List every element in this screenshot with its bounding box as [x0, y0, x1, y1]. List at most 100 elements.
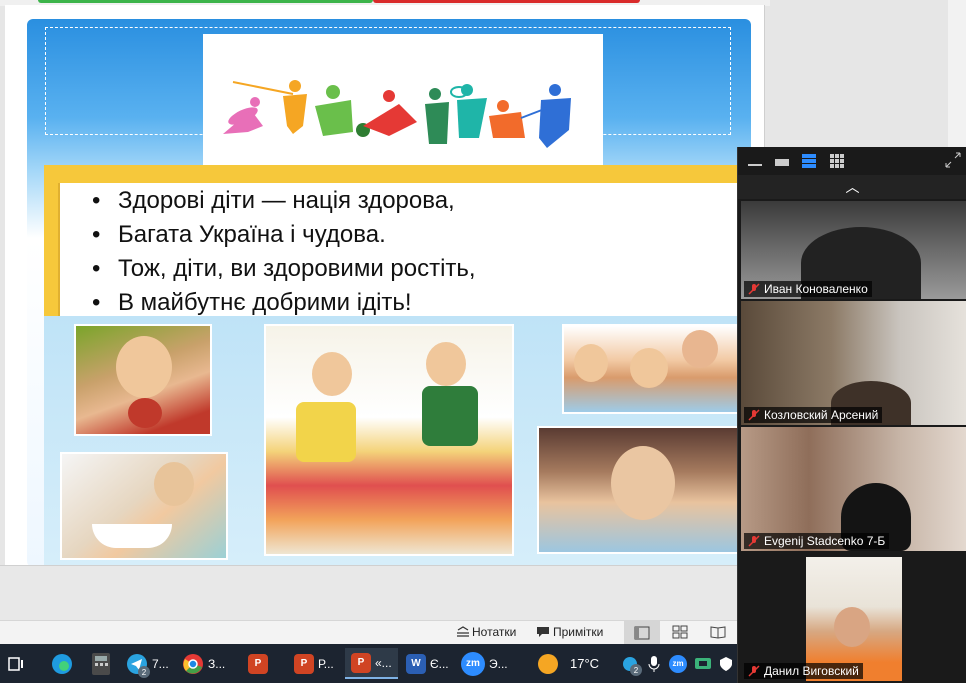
poem-text-4: В майбутнє добрими ідіть! — [118, 289, 412, 316]
tray-badge: 2 — [630, 664, 642, 676]
zoom-app-button[interactable]: zm Э... — [461, 648, 508, 679]
slide-canvas: • Здорові діти — нація здорова, • Багата У… — [5, 5, 765, 567]
normal-view-button[interactable] — [624, 621, 660, 645]
participant-name: Evgenij Stadcenko 7-Б — [764, 534, 886, 548]
powerpoint-label-2: Р... — [318, 656, 334, 671]
powerpoint-button-2[interactable]: P Р... — [294, 648, 334, 679]
scroll-up-button[interactable]: ︿ — [738, 175, 966, 199]
participant-name: Иван Коноваленко — [764, 282, 868, 296]
muted-mic-icon — [748, 283, 760, 295]
child-eating-tomato-photo — [74, 324, 212, 436]
boy-green-shirt — [422, 386, 478, 446]
zoom-app-label: Э... — [489, 656, 508, 671]
zoom-toolbar — [738, 147, 966, 175]
poem-textbox[interactable]: • Здорові діти — нація здорова, • Багата У… — [58, 183, 751, 320]
tray-security[interactable] — [718, 648, 734, 679]
chrome-label: З... — [208, 656, 226, 671]
muted-mic-icon — [748, 665, 760, 677]
calculator-icon — [92, 652, 110, 675]
chrome-button[interactable]: З... — [182, 648, 225, 679]
child-face-shape — [116, 336, 172, 398]
expand-icon[interactable] — [945, 152, 961, 168]
comments-icon — [537, 627, 549, 637]
powerpoint-icon: P — [351, 652, 371, 673]
poem-text-3: Тож, діти, ви здоровими ростіть, — [118, 255, 476, 282]
prev-slide-accent-green — [38, 0, 373, 3]
slide-sorter-icon[interactable] — [672, 625, 688, 639]
girl-head-shape — [154, 462, 194, 506]
notes-icon — [457, 626, 469, 637]
powerpoint-icon: P — [294, 653, 314, 674]
participant-name: Козловский Арсений — [764, 408, 879, 422]
tray-display[interactable] — [694, 648, 712, 679]
powerpoint-icon: P — [248, 653, 268, 674]
edge-icon — [52, 653, 72, 674]
participant-name-tag: Evgenij Stadcenko 7-Б — [744, 533, 890, 549]
participant-tile-2[interactable]: Козловский Арсений — [741, 301, 966, 425]
zoom-gallery-panel: ︿ Иван Коноваленко Козловский Арсений Ev… — [737, 147, 966, 683]
weather-widget[interactable]: 17°C — [538, 648, 599, 679]
poem-line-1: • Здорові діти — нація здорова, — [92, 187, 455, 215]
normal-view-icon — [634, 626, 650, 640]
tomato-shape — [128, 398, 162, 428]
strip-view-icon[interactable] — [802, 154, 816, 168]
microphone-icon — [648, 655, 660, 672]
boy-covering-ears-photo — [537, 426, 751, 554]
chrome-icon — [183, 653, 203, 674]
telegram-badge: 2 — [138, 666, 150, 678]
weather-temp: 17°C — [570, 656, 600, 671]
tray-zoom[interactable]: zm — [669, 648, 687, 679]
bullet-icon: • — [92, 255, 101, 282]
children-photo-collage[interactable] — [44, 316, 751, 567]
participant-name-tag: Данил Виговский — [744, 663, 863, 679]
participant-name: Данил Виговский — [764, 664, 859, 678]
edge-button[interactable] — [50, 648, 74, 679]
shield-icon — [720, 656, 732, 671]
bullet-icon: • — [92, 289, 101, 316]
poem-line-3: • Тож, діти, ви здоровими ростіть, — [92, 255, 476, 283]
poem-line-4: • В майбутнє добрими ідіть! — [92, 289, 412, 317]
speaker-view-icon[interactable] — [775, 157, 789, 167]
dancing-boy-head — [426, 342, 466, 386]
sports-logo-image[interactable] — [203, 34, 603, 168]
notes-pane[interactable] — [0, 565, 770, 620]
face-2 — [630, 348, 668, 388]
sports-silhouettes-icon — [223, 80, 571, 148]
participant-face — [834, 607, 870, 647]
notes-button[interactable]: Нотатки — [472, 625, 516, 639]
word-button[interactable]: W Є... — [406, 648, 449, 679]
task-view-button[interactable] — [6, 648, 26, 679]
children-dancing-photo — [264, 324, 514, 556]
sun-icon — [538, 653, 558, 674]
powerpoint-button-1[interactable]: P — [248, 648, 268, 679]
reading-view-icon[interactable] — [710, 625, 726, 639]
zoom-icon: zm — [461, 651, 485, 676]
sink-shape — [92, 524, 172, 548]
comments-button[interactable]: Примітки — [553, 625, 603, 639]
minimize-icon[interactable] — [748, 159, 762, 167]
tray-mic[interactable] — [648, 648, 660, 679]
vertical-scrollbar[interactable] — [948, 0, 966, 147]
tray-telegram[interactable]: 2 — [622, 648, 642, 679]
word-label: Є... — [430, 656, 449, 671]
telegram-button[interactable]: 2 7... — [126, 648, 169, 679]
poem-frame: • Здорові діти — нація здорова, • Багата У… — [44, 165, 751, 320]
poem-text-1: Здорові діти — нація здорова, — [118, 187, 455, 214]
participant-tile-4[interactable]: Данил Виговский — [741, 553, 966, 681]
status-bar: Нотатки Примітки — [0, 620, 770, 645]
powerpoint-button-active[interactable]: P «... — [345, 648, 398, 679]
bullet-icon: • — [92, 221, 101, 248]
poem-line-2: • Багата Україна і чудова. — [92, 221, 386, 249]
family-brushing-teeth-photo — [562, 324, 746, 414]
poem-text-2: Багата Україна і чудова. — [118, 221, 386, 248]
participant-tile-1[interactable]: Иван Коноваленко — [741, 201, 966, 299]
muted-mic-icon — [748, 535, 760, 547]
participant-tile-3[interactable]: Evgenij Stadcenko 7-Б — [741, 427, 966, 551]
task-view-icon — [8, 656, 23, 671]
dancing-girl-head — [312, 352, 352, 396]
girl-washing-hands-photo — [60, 452, 228, 560]
calculator-button[interactable] — [90, 648, 112, 679]
current-slide[interactable]: • Здорові діти — нація здорова, • Багата У… — [27, 19, 751, 567]
gallery-view-icon[interactable] — [830, 154, 844, 168]
participant-name-tag: Иван Коноваленко — [744, 281, 872, 297]
